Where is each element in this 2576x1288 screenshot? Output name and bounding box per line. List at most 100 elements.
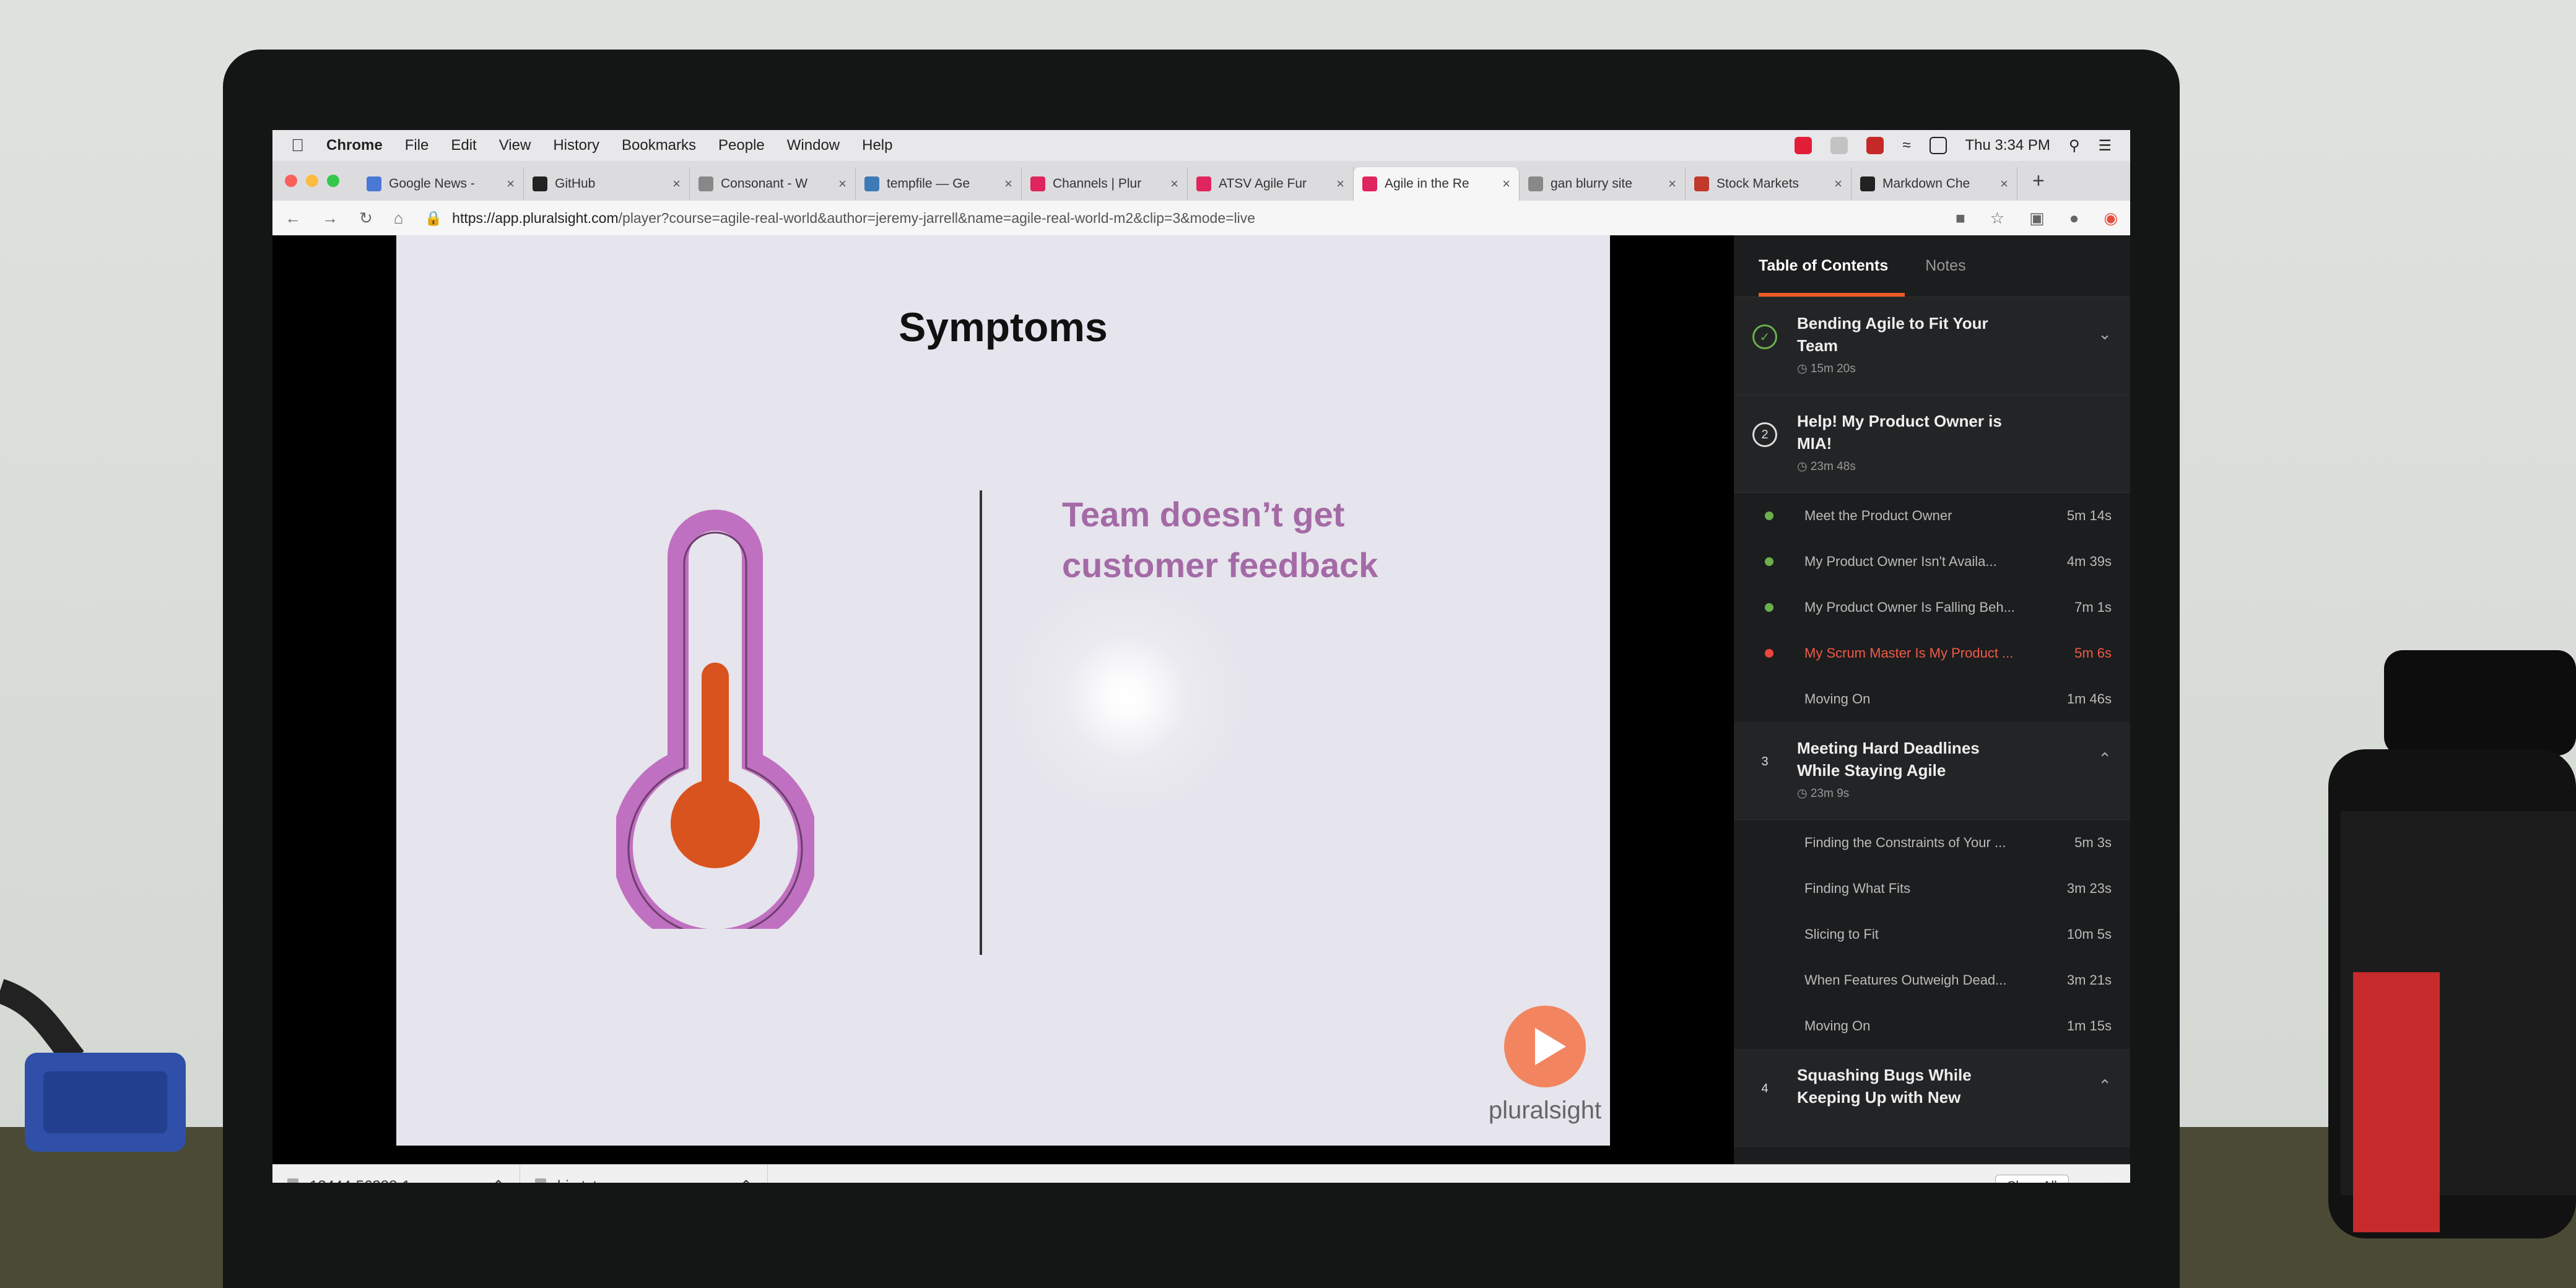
menu-app-chrome[interactable]: Chrome [326,137,383,154]
chevron-up-icon[interactable]: ⌃ [492,1177,505,1183]
tab-close-icon[interactable]: × [1502,176,1510,192]
clip-item[interactable]: When Features Outweigh Dead... 3m 21s [1734,957,2130,1003]
clip-status-icon [1765,603,1773,612]
clip-title: Slicing to Fit [1804,926,1879,942]
extension-icon-3[interactable]: ◉ [2104,209,2118,228]
clip-duration: 5m 3s [2074,835,2112,850]
file-icon [535,1178,546,1183]
menu-view[interactable]: View [499,137,531,154]
clip-item[interactable]: My Product Owner Isn't Availa... 4m 39s [1734,539,2130,585]
clip-item[interactable]: Slicing to Fit 10m 5s [1734,912,2130,957]
browser-tab[interactable]: Stock Markets × [1686,167,1852,201]
module-1[interactable]: ✓ Bending Agile to Fit Your Team ◷ 15m 2… [1734,297,2130,395]
tab-favicon-icon [533,176,547,191]
tab-close-icon[interactable]: × [1834,176,1842,192]
bookmark-star-icon[interactable]: ☆ [1990,209,2004,228]
close-icon[interactable]: × [2106,1177,2115,1183]
video-slide[interactable]: Symptoms Team doesn’t get customer feedb… [396,235,1610,1146]
tab-favicon-icon [1694,176,1709,191]
url-host: https://app.pluralsight.com [452,209,619,226]
forward-icon[interactable]: → [322,209,338,228]
chevron-up-icon[interactable]: ⌃ [2098,749,2112,819]
menu-people[interactable]: People [718,137,765,154]
download-bar: 12444-56388-1....p... ⌃ big.txt ⌃ Show A… [272,1164,2130,1183]
tab-table-of-contents[interactable]: Table of Contents [1759,257,1888,275]
apple-menu-icon[interactable]:  [291,136,304,155]
chrome-tab-strip: Google News - × GitHub × Consonant - W × tempf… [272,161,2130,201]
tab-close-icon[interactable]: × [672,176,681,192]
tab-close-icon[interactable]: × [1004,176,1012,192]
menu-edit[interactable]: Edit [451,137,476,154]
zoom-window-button[interactable] [327,175,339,187]
f5-vpn-icon[interactable] [1795,137,1812,154]
symptom-line-2: customer feedback [1062,546,1378,585]
download-filename: 12444-56388-1....p... [310,1178,481,1183]
clip-item[interactable]: Meet the Product Owner 5m 14s [1734,493,2130,539]
thermometer-icon [616,510,814,929]
tab-close-icon[interactable]: × [1336,176,1344,192]
browser-tab[interactable]: Markdown Che × [1852,167,2017,201]
module-2[interactable]: 2 Help! My Product Owner is MIA! ◷ 23m 4… [1734,395,2130,493]
tab-close-icon[interactable]: × [1170,176,1178,192]
browser-tab[interactable]: Channels | Plur × [1022,167,1188,201]
browser-tab[interactable]: gan blurry site × [1520,167,1686,201]
module-duration: ◷ 23m 48s [1797,460,1856,473]
clip-item[interactable]: Moving On 1m 46s [1734,676,2130,722]
clip-item[interactable]: Finding the Constraints of Your ... 5m 3s [1734,820,2130,866]
toc-tab-bar: Table of Contents Notes [1734,235,2130,297]
menu-history[interactable]: History [553,137,599,154]
tab-close-icon[interactable]: × [507,176,515,192]
tab-close-icon[interactable]: × [1668,176,1676,192]
clip-item[interactable]: Finding What Fits 3m 23s [1734,866,2130,912]
new-tab-button[interactable]: + [2032,169,2045,193]
show-all-button[interactable]: Show All [1995,1174,2069,1183]
play-logo-icon [1504,1006,1586,1087]
clip-item[interactable]: Moving On 1m 15s [1734,1003,2130,1049]
menu-window[interactable]: Window [787,137,840,154]
tab-title: gan blurry site [1551,176,1632,191]
clip-title: Moving On [1804,691,1871,707]
download-item-1[interactable]: 12444-56388-1....p... ⌃ [272,1164,520,1183]
menu-bookmarks[interactable]: Bookmarks [622,137,696,154]
pluralsight-watermark: pluralsight [1474,1003,1616,1125]
browser-tab[interactable]: Agile in the Re × [1354,167,1520,201]
download-item-2[interactable]: big.txt ⌃ [520,1164,768,1183]
mcafee-icon[interactable] [1866,137,1884,154]
menu-clock[interactable]: Thu 3:34 PM [1965,137,2050,154]
menu-help[interactable]: Help [862,137,892,154]
minimize-window-button[interactable] [306,175,318,187]
notification-center-icon[interactable]: ☰ [2098,137,2112,155]
wifi-icon[interactable]: ≈ [1902,137,1910,154]
status-app-icon[interactable] [1830,137,1848,154]
spotlight-search-icon[interactable]: ⚲ [2069,137,2080,155]
clip-item[interactable]: My Product Owner Is Falling Beh... 7m 1s [1734,585,2130,630]
home-icon[interactable]: ⌂ [394,209,404,228]
clip-duration: 5m 14s [2066,508,2112,523]
address-bar[interactable]: 🔒 https://app.pluralsight.com/player?cou… [425,210,1934,227]
module-4[interactable]: 4 Squashing Bugs While Keeping Up with N… [1734,1049,2130,1147]
clip-duration: 10m 5s [2066,926,2112,942]
chevron-up-icon[interactable]: ⌃ [740,1177,752,1183]
extension-icon-2[interactable]: ▣ [2029,209,2045,228]
browser-tab[interactable]: Google News - × [358,167,524,201]
tab-close-icon[interactable]: × [838,176,846,192]
close-window-button[interactable] [285,175,297,187]
tab-close-icon[interactable]: × [2000,176,2008,192]
battery-icon[interactable] [1929,137,1947,154]
browser-tab[interactable]: tempfile — Ge × [856,167,1022,201]
menu-file[interactable]: File [405,137,429,154]
browser-tab[interactable]: Consonant - W × [690,167,856,201]
module-3[interactable]: 3 Meeting Hard Deadlines While Staying A… [1734,722,2130,820]
profile-avatar-icon[interactable]: ● [2069,209,2079,228]
tab-favicon-icon [1362,176,1377,191]
tab-notes[interactable]: Notes [1925,257,1965,275]
browser-tab[interactable]: ATSV Agile Fur × [1188,167,1354,201]
browser-tab[interactable]: GitHub × [524,167,690,201]
module-title: Help! My Product Owner is [1797,412,2002,430]
reload-icon[interactable]: ↻ [359,209,373,228]
extension-icon[interactable]: ■ [1956,209,1965,228]
chevron-up-icon[interactable]: ⌃ [2098,1076,2112,1146]
chevron-down-icon[interactable]: ⌄ [2098,324,2112,394]
back-icon[interactable]: ← [285,209,301,228]
clip-item[interactable]: My Scrum Master Is My Product ... 5m 6s [1734,630,2130,676]
